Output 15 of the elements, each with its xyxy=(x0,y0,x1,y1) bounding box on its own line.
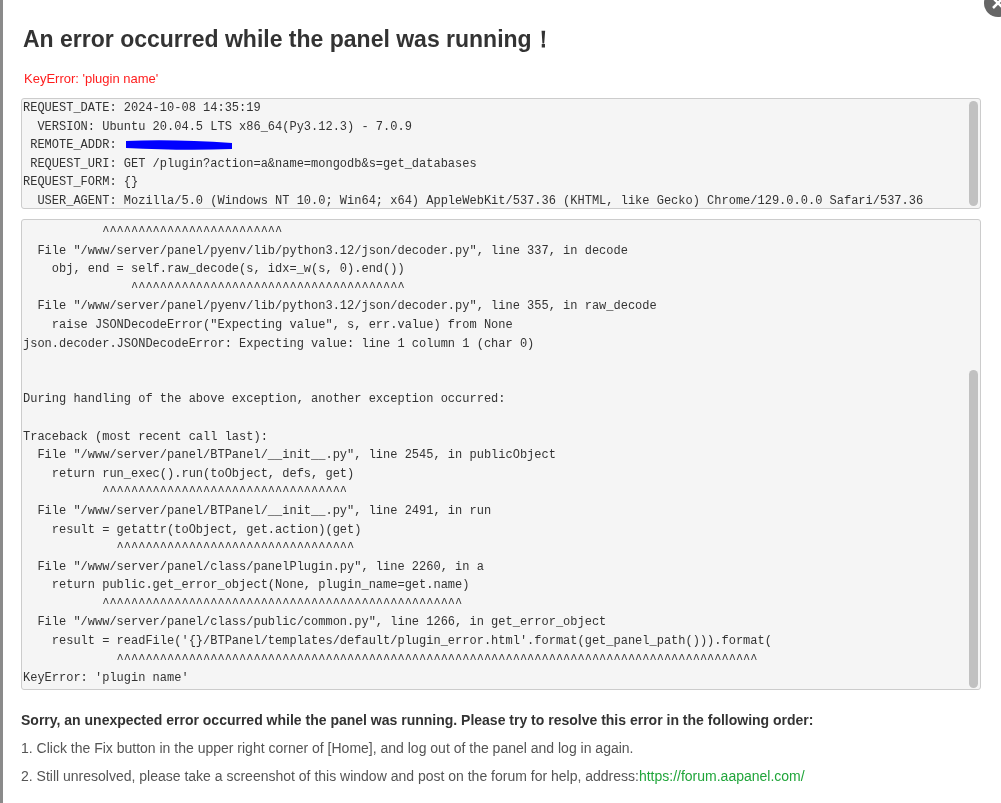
help-heading: Sorry, an unexpected error occurred while the panel was running. Please try to resolve this error in the following order: xyxy=(21,711,815,730)
info-line: REQUEST_URI: GET /plugin?action=a&name=mongodb&s=get_databases xyxy=(29,156,477,171)
help-step: 1. Click the Fix button in the upper right corner of [Home], and log out of the panel and log in again. xyxy=(21,738,981,759)
dialog-title: An error occurred while the panel was running！ xyxy=(23,25,556,54)
info-line: VERSION: Ubuntu 20.04.5 LTS x86_64(Py3.12.3) - 7.0.9 xyxy=(36,119,412,134)
help-step: 2. Still unresolved, please take a screenshot of this window and post on the forum for help, address:https://forum.aapanel.com/ xyxy=(21,766,981,787)
forum-link[interactable]: https://forum.aapanel.com/ xyxy=(638,768,805,784)
info-line: REQUEST_DATE: 2024-10-08 14:35:19 xyxy=(23,101,261,115)
info-line: USER_AGENT: Mozilla/5.0 (Windows NT 10.0; Win64; x64) AppleWebKit/537.36 (KHTML, like Gecko) Chrome/129.0.0.0 Safari/537.36 xyxy=(36,193,924,208)
error-message: KeyError: 'plugin name' xyxy=(24,69,160,88)
scrollbar-thumb[interactable] xyxy=(969,370,978,688)
info-line: REMOTE_ADDR: xyxy=(29,138,118,153)
info-line: REQUEST_FORM: {} xyxy=(23,175,139,190)
traceback-text: ^^^^^^^^^^^^^^^^^^^^^^^^^ File "/www/server/panel/pyenv/lib/python3.12/json/decoder.py", line 337, in decode obj, end = self.raw_decode(s, idx=_w(s, 0).end()) ^^^^^^^^^^^^^^^^^^^^^^^^^^^^^^^^^^^^^^ File "/www/server/panel/pyenv/lib/python3.12/json/decoder.py", line 355, in raw_decode raise JSONDecodeError("Expecting value", s, err.value) from None json.decoder.JSONDecodeError: Expecting value: line 1 column 1 (char 0) During handling of the above exception, another exception occurred: Traceback (most recent call last): File "/www/server/panel/BTPanel/__init__.py", line 2545, in publicObject return run_exec().run(toObject, defs, get) ^^^^^^^^^^^^^^^^^^^^^^^^^^^^^^^^^^ File "/www/server/panel/BTPanel/__init__.py", line 2491, in run result = getattr(toObject, get.action)(get) ^^^^^^^^^^^^^^^^^^^^^^^^^^^^^^^^^ File "/www/server/panel/class/panelPlugin.py", line 2260, in a return public.get_error_object(None, plugin_name=get.name) ^^^^^^^^^^^^^^^^^^^^^^^^^^^^^^^^^^^^^^^^^^^^^^^^^^ File "/www/server/panel/class/public/common.py", line 1266, in get_error_object result = readFile('{}/BTPanel/templates/default/plugin_error.html'.format(get_panel_path())).format( ^^^^^^^^^^^^^^^^^^^^^^^^^^^^^^^^^^^^^^^^^^^^^^^^^^^^^^^^^^^^^^^^^^^^^^^^^^^^^^^^^^^^^^^^^ KeyError: 'plugin name' xyxy=(22,224,773,688)
scrollbar-thumb[interactable] xyxy=(969,101,978,206)
